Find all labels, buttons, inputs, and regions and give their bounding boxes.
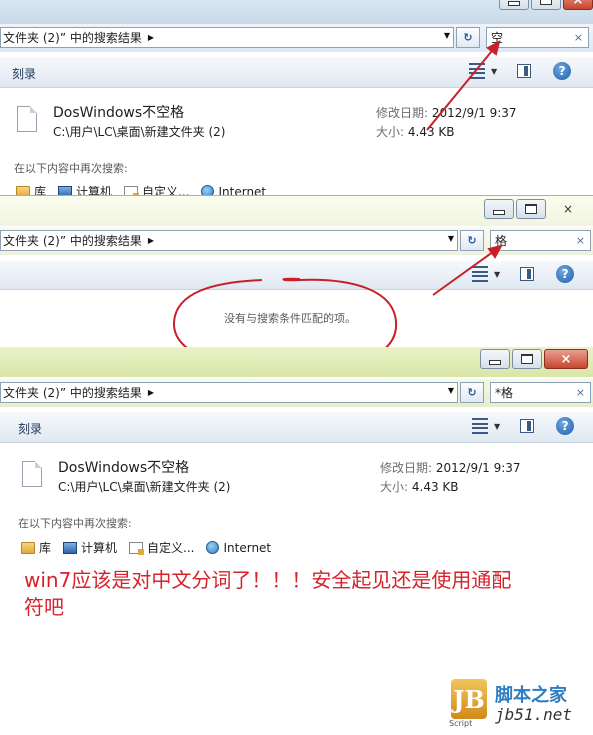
jb-logo-icon: JB: [451, 679, 487, 719]
toolbar-icons: ▼ ?: [472, 417, 575, 435]
address-bar[interactable]: 文件夹 (2)” 中的搜索结果 ▶ ▼: [0, 382, 458, 403]
custom-folder-icon: [129, 541, 145, 555]
refresh-icon: ↻: [467, 386, 477, 399]
search-custom[interactable]: 自定义...: [129, 539, 194, 556]
size-value: 4.43 KB: [411, 480, 459, 494]
view-dropdown-icon[interactable]: ▼: [494, 422, 500, 431]
computer-icon: [63, 541, 78, 554]
result-size: 大小: 4.43 KB: [380, 478, 459, 495]
address-text: 文件夹 (2)” 中的搜索结果: [3, 386, 142, 400]
internet-icon: [206, 541, 220, 554]
modified-value: 2012/9/1 9:37: [435, 461, 521, 475]
minimize-icon: [489, 359, 501, 365]
modified-label: 修改日期:: [380, 461, 433, 475]
window-controls: ×: [478, 349, 588, 371]
annotation-note: win7应该是对中文分词了！！！安全起见还是使用通配 符吧: [24, 567, 511, 621]
file-icon: [22, 461, 42, 487]
logo-sub: Script: [449, 719, 473, 728]
size-label: 大小:: [380, 480, 409, 494]
help-icon[interactable]: ?: [556, 417, 575, 435]
change-view-icon[interactable]: [472, 418, 488, 434]
search-again-locations: 库 计算机 自定义... Internet: [21, 539, 283, 556]
explorer-panel-3: × 文件夹 (2)” 中的搜索结果 ▶ ▼ ↻ *格 × 刻录 ▼ ? DosW…: [0, 347, 593, 735]
arrow-2: [432, 244, 503, 296]
close-button[interactable]: ×: [544, 349, 588, 369]
search-computer[interactable]: 计算机: [63, 539, 117, 556]
annotation-line-2: 符吧: [24, 595, 64, 619]
search-library[interactable]: 库: [21, 539, 51, 556]
address-row: 文件夹 (2)” 中的搜索结果 ▶ ▼ ↻ *格 ×: [0, 379, 593, 407]
close-icon: ×: [560, 351, 572, 367]
clear-search-icon[interactable]: ×: [576, 386, 585, 399]
search-again-label: 在以下内容中再次搜索:: [18, 517, 132, 530]
chevron-down-icon[interactable]: ▼: [448, 386, 454, 395]
logo-url: jb51.net: [495, 705, 573, 724]
maximize-icon: [521, 354, 533, 364]
search-internet[interactable]: Internet: [206, 541, 271, 555]
maximize-button[interactable]: [512, 349, 542, 369]
burn-button[interactable]: 刻录: [18, 420, 42, 437]
preview-pane-icon[interactable]: [520, 419, 535, 433]
command-bar: 刻录 ▼ ?: [0, 412, 593, 443]
refresh-button[interactable]: ↻: [460, 382, 484, 403]
logo-name: 脚本之家: [495, 685, 567, 706]
result-file-path: C:\用户\LC\桌面\新建文件夹 (2): [58, 480, 231, 494]
minimize-button[interactable]: [480, 349, 510, 369]
library-icon: [21, 541, 35, 554]
chevron-right-icon[interactable]: ▶: [148, 388, 154, 397]
annotation-line-1: win7应该是对中文分词了！！！安全起见还是使用通配: [24, 568, 512, 592]
arrow-1: [426, 40, 501, 131]
result-modified: 修改日期: 2012/9/1 9:37: [380, 459, 521, 476]
watermark-logo: JB Script 脚本之家 jb51.net: [443, 675, 593, 735]
result-file-name[interactable]: DosWindows不空格: [58, 457, 189, 477]
search-input[interactable]: *格 ×: [490, 382, 591, 403]
search-value: *格: [495, 386, 514, 400]
